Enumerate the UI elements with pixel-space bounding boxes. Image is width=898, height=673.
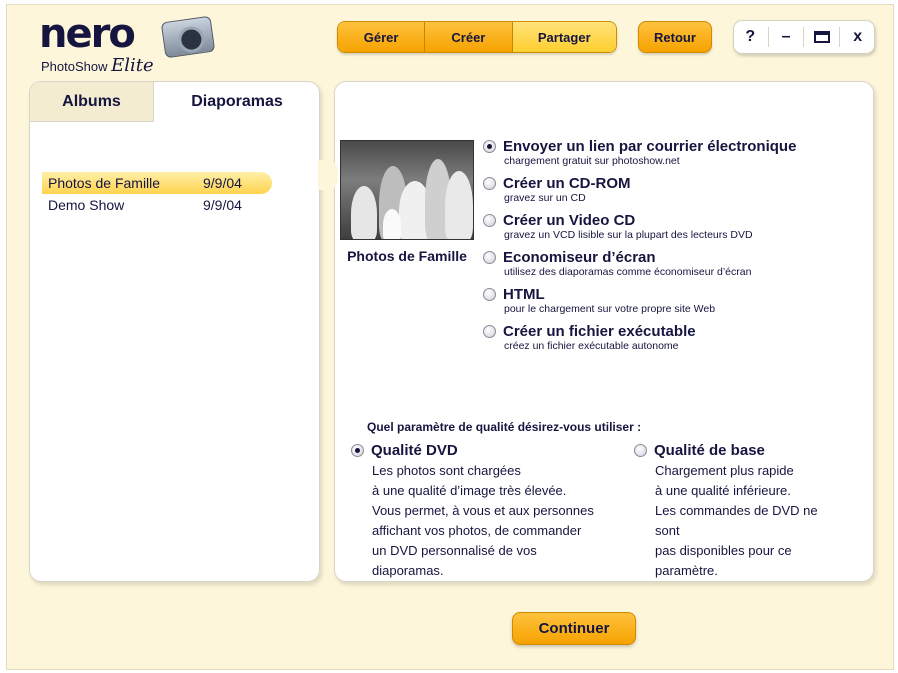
option-desc: créez un fichier exécutable autonome [504, 340, 679, 352]
thumbnail-caption: Photos de Famille [347, 248, 467, 264]
panel-connector [318, 160, 338, 190]
option-desc: gravez un VCD lisible sur la plupart des… [504, 229, 753, 241]
option-cdrom[interactable]: Créer un CD-ROM gravez sur un CD [483, 174, 878, 205]
option-screensaver[interactable]: Economiseur d’écran utilisez des diapora… [483, 248, 878, 279]
slideshow-list: Photos de Famille 9/9/04 Demo Show 9/9/0… [42, 172, 272, 216]
quality-question: Quel paramètre de qualité désirez-vous u… [367, 420, 642, 434]
option-title: Envoyer un lien par courrier électroniqu… [503, 137, 797, 155]
list-item[interactable]: Demo Show 9/9/04 [42, 194, 272, 216]
library-panel: Albums Diaporamas Photos de Famille 9/9/… [29, 81, 320, 582]
nav-gerer-button[interactable]: Gérer [338, 22, 426, 52]
option-desc: chargement gratuit sur photoshow.net [504, 155, 680, 167]
option-desc: pour le chargement sur votre propre site… [504, 303, 716, 315]
option-html[interactable]: HTML pour le chargement sur votre propre… [483, 285, 878, 316]
show-name: Photos de Famille [48, 175, 161, 191]
option-executable[interactable]: Créer un fichier exécutable créez un fic… [483, 322, 878, 353]
slideshow-thumbnail [340, 140, 474, 240]
option-desc: gravez sur un CD [504, 192, 586, 204]
logo-subtitle: PhotoShow Elite [41, 55, 154, 76]
nav-creer-button[interactable]: Créer [425, 22, 513, 52]
divider [767, 27, 769, 47]
radio-selected-icon[interactable] [483, 139, 496, 153]
divider [839, 27, 841, 47]
main-nav: Gérer Créer Partager [337, 21, 617, 53]
option-title: Créer un Video CD [503, 211, 636, 229]
option-title: Créer un CD-ROM [503, 174, 631, 192]
tab-diaporamas[interactable]: Diaporamas [154, 82, 320, 122]
close-button[interactable]: x [843, 24, 873, 50]
divider [803, 27, 805, 47]
radio-icon[interactable] [483, 176, 496, 190]
minimize-button[interactable]: – [771, 24, 801, 50]
quality-desc: Les photos sont chargées à une qualité d… [372, 463, 594, 578]
radio-icon[interactable] [483, 213, 496, 227]
show-date: 9/9/04 [203, 197, 242, 213]
radio-selected-icon[interactable] [351, 443, 364, 457]
quality-base-option[interactable]: Qualité de base Chargement plus rapide à… [634, 441, 864, 581]
maximize-button[interactable] [807, 24, 837, 50]
option-email[interactable]: Envoyer un lien par courrier électroniqu… [483, 137, 878, 168]
camera-icon [160, 15, 216, 59]
show-name: Demo Show [48, 197, 125, 213]
option-desc: utilisez des diaporamas comme économiseu… [504, 266, 752, 278]
quality-title: Qualité DVD [371, 441, 458, 459]
retour-button[interactable]: Retour [638, 21, 712, 53]
quality-dvd-option[interactable]: Qualité DVD Les photos sont chargées à u… [351, 441, 621, 581]
option-title: Créer un fichier exécutable [503, 322, 696, 340]
radio-icon[interactable] [483, 250, 496, 264]
continue-button[interactable]: Continuer [512, 612, 636, 645]
option-title: Economiseur d’écran [503, 248, 656, 266]
help-button[interactable]: ? [735, 24, 765, 50]
radio-icon[interactable] [483, 324, 496, 338]
share-options: Envoyer un lien par courrier électroniqu… [483, 137, 878, 359]
show-date: 9/9/04 [203, 175, 242, 191]
nero-photoshow-logo: nero PhotoShow Elite [37, 11, 227, 76]
option-title: HTML [503, 285, 545, 303]
list-item[interactable]: Photos de Famille 9/9/04 [42, 172, 272, 194]
nav-partager-button[interactable]: Partager [512, 22, 616, 52]
logo-elite-text: Elite [111, 55, 154, 76]
quality-title: Qualité de base [654, 441, 765, 459]
radio-icon[interactable] [634, 443, 647, 457]
option-videocd[interactable]: Créer un Video CD gravez un VCD lisible … [483, 211, 878, 242]
logo-nero-text: nero [39, 11, 136, 57]
tab-albums[interactable]: Albums [30, 82, 154, 122]
logo-photoshow-text: PhotoShow [41, 59, 108, 74]
radio-icon[interactable] [483, 287, 496, 301]
quality-desc: Chargement plus rapide à une qualité inf… [655, 463, 818, 578]
maximize-icon [813, 31, 830, 43]
window-controls: ? – x [733, 20, 875, 54]
